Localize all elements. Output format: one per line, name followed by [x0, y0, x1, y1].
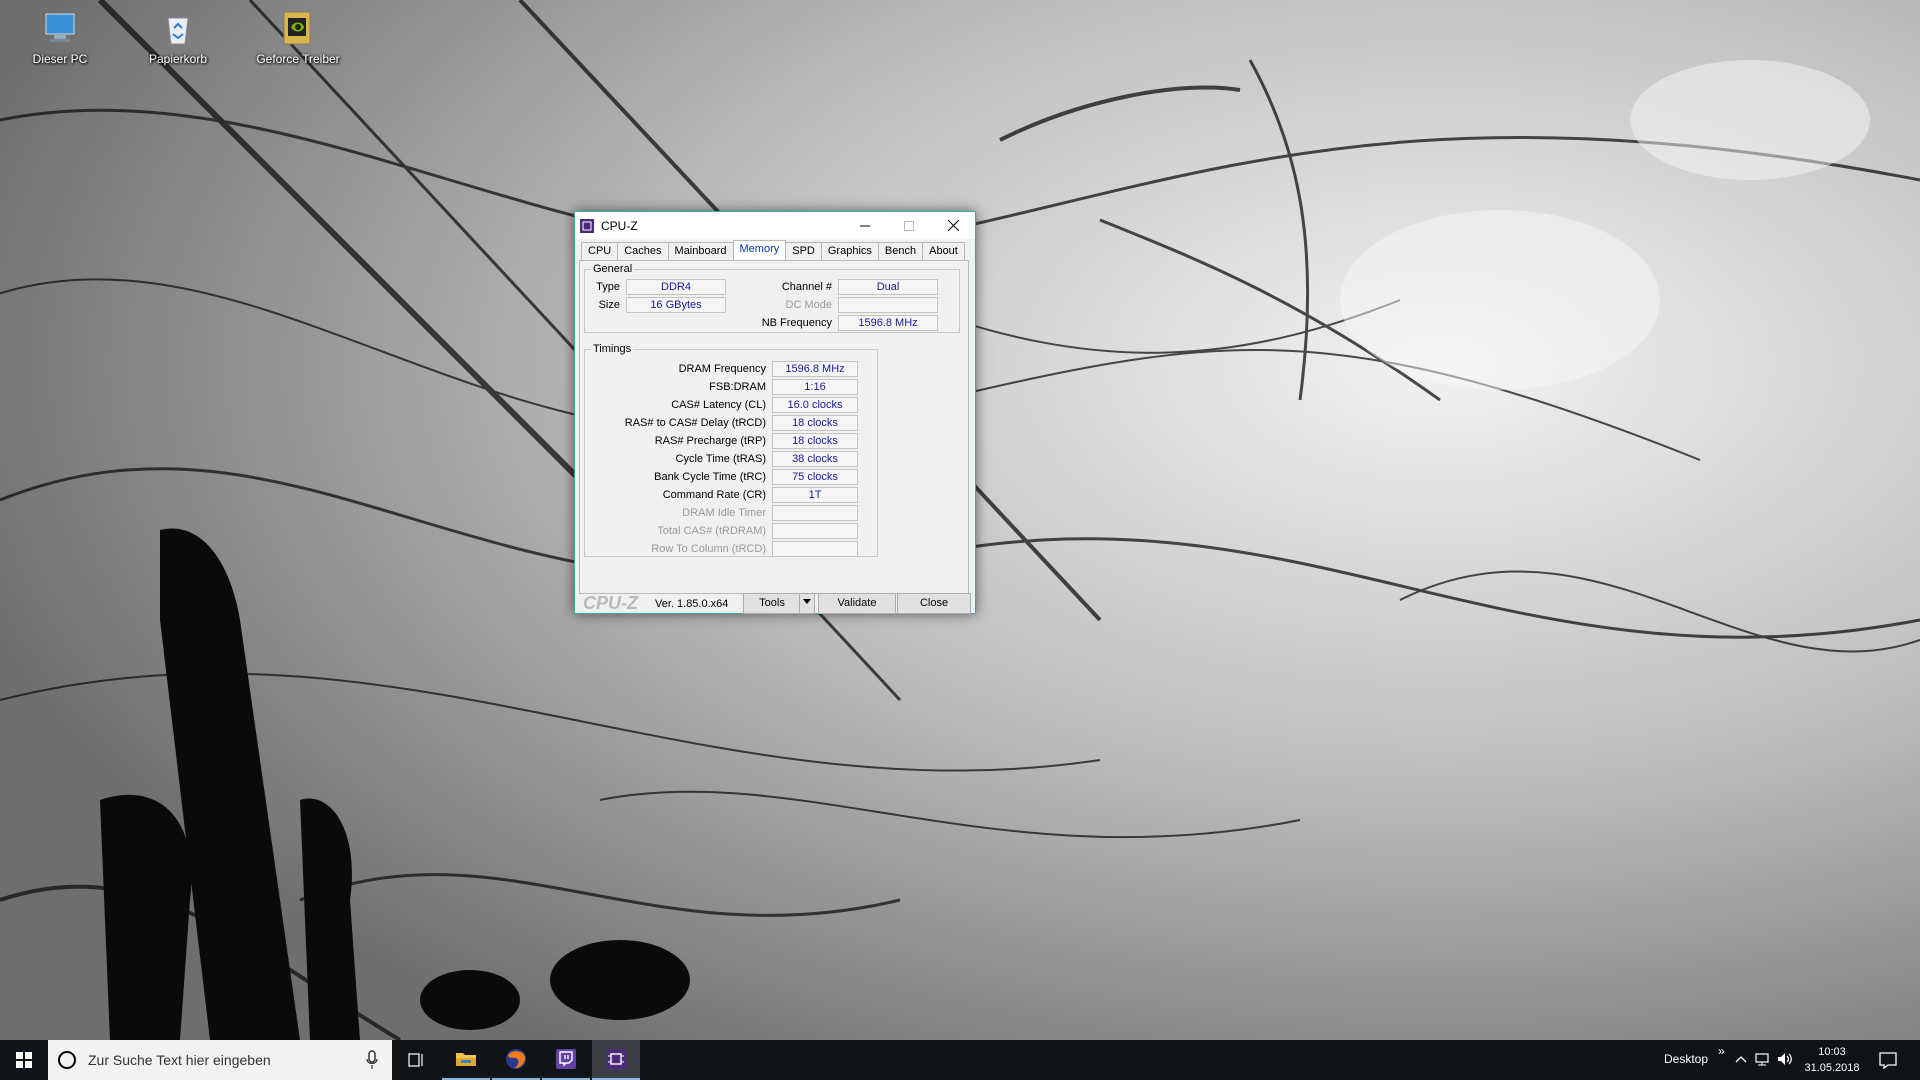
action-center-icon[interactable] [1876, 1048, 1900, 1072]
clock[interactable]: 10:03 31.05.2018 [1800, 1044, 1864, 1076]
title-bar[interactable]: CPU-Z [575, 212, 975, 239]
maximize-icon [904, 220, 914, 231]
timing-value [772, 505, 858, 521]
cortana-icon [58, 1051, 76, 1069]
timing-value: 16.0 clocks [772, 397, 858, 413]
cpuz-window: CPU-Z CPU Caches Mainboard Memory SPD Gr… [574, 211, 976, 614]
dropdown-arrow-icon [803, 599, 811, 604]
show-hidden-icons-icon[interactable] [1732, 1050, 1750, 1068]
tab-bar: CPU Caches Mainboard Memory SPD Graphics… [581, 240, 965, 261]
timing-label: Row To Column (tRCD) [651, 543, 766, 555]
tab-spd[interactable]: SPD [785, 242, 822, 261]
timing-label: Cycle Time (tRAS) [675, 453, 766, 465]
close-window-button[interactable] [931, 212, 975, 239]
minimize-icon [860, 225, 870, 226]
tools-button[interactable]: Tools [743, 593, 801, 614]
desktop-icon-label: Dieser PC [32, 52, 88, 66]
tab-caches[interactable]: Caches [617, 242, 669, 261]
dcmode-value [838, 297, 938, 313]
timing-label: RAS# Precharge (tRP) [654, 435, 766, 447]
start-button[interactable] [0, 1040, 48, 1080]
task-view-button[interactable] [392, 1040, 440, 1080]
tab-mainboard[interactable]: Mainboard [667, 242, 734, 261]
nvidia-icon [283, 11, 311, 45]
close-icon [947, 220, 959, 231]
desktop-icon-label: Papierkorb [148, 52, 208, 66]
channel-value: Dual [838, 279, 938, 295]
clock-time: 10:03 [1818, 1046, 1846, 1058]
timing-value: 18 clocks [772, 433, 858, 449]
search-box[interactable]: Zur Suche Text hier eingeben [48, 1040, 392, 1080]
timing-value [772, 541, 858, 557]
windows-icon [16, 1052, 32, 1068]
maximize-button[interactable] [887, 212, 931, 239]
timing-label: RAS# to CAS# Delay (tRCD) [624, 417, 766, 429]
timing-label: Bank Cycle Time (tRC) [654, 471, 766, 483]
timing-value: 1596.8 MHz [772, 361, 858, 377]
computer-icon [45, 13, 75, 42]
desktop-toolbar-label[interactable]: Desktop [1664, 1052, 1708, 1066]
dcmode-label: DC Mode [785, 299, 832, 311]
size-value: 16 GBytes [626, 297, 726, 313]
timing-label: CAS# Latency (CL) [671, 399, 766, 411]
taskbar: Zur Suche Text hier eingeben Desktop » 1… [0, 1040, 1920, 1080]
taskbar-firefox[interactable] [492, 1040, 540, 1080]
taskbar-file-explorer[interactable] [442, 1040, 490, 1080]
version-text: Ver. 1.85.0.x64 [655, 598, 729, 610]
validate-button[interactable]: Validate [818, 593, 896, 614]
tab-bench[interactable]: Bench [877, 242, 924, 261]
nbfreq-label: NB Frequency [761, 317, 832, 329]
desktop-icon-papierkorb[interactable]: Papierkorb [130, 8, 226, 66]
window-title: CPU-Z [601, 218, 638, 233]
close-button[interactable]: Close [897, 593, 971, 614]
channel-label: Channel # [781, 281, 832, 293]
timing-label: DRAM Idle Timer [682, 507, 766, 519]
recycle-bin-icon [167, 17, 189, 45]
timings-legend: Timings [593, 343, 632, 355]
taskbar-cpuz[interactable] [592, 1040, 640, 1080]
desktop-icon-geforce-treiber[interactable]: Geforce Treiber [250, 8, 346, 66]
task-view-icon [408, 1053, 423, 1067]
timing-value: 1:16 [772, 379, 858, 395]
tab-memory[interactable]: Memory [732, 240, 787, 261]
twitch-icon [556, 1049, 576, 1069]
cpuz-app-icon [580, 218, 594, 233]
desktop-toolbar-chevron[interactable]: » [1718, 1044, 1725, 1058]
tab-cpu[interactable]: CPU [581, 242, 619, 261]
general-legend: General [593, 263, 633, 275]
volume-icon[interactable] [1776, 1050, 1794, 1068]
timing-label: Command Rate (CR) [662, 489, 766, 501]
size-label: Size [598, 299, 620, 311]
folder-icon [456, 1053, 476, 1066]
type-value: DDR4 [626, 279, 726, 295]
network-icon[interactable] [1754, 1050, 1772, 1068]
timing-label: DRAM Frequency [678, 363, 766, 375]
tab-about[interactable]: About [922, 242, 965, 261]
timing-value: 75 clocks [772, 469, 858, 485]
nbfreq-value: 1596.8 MHz [838, 315, 938, 331]
tab-graphics[interactable]: Graphics [820, 242, 879, 261]
timing-value: 1T [772, 487, 858, 503]
taskbar-twitch[interactable] [542, 1040, 590, 1080]
search-placeholder: Zur Suche Text hier eingeben [88, 1052, 271, 1068]
memory-panel: General Type DDR4 Size 16 GBytes Channel… [579, 260, 969, 594]
minimize-button[interactable] [843, 212, 887, 239]
timing-label: FSB:DRAM [709, 381, 766, 393]
desktop-icon-label: Geforce Treiber [256, 52, 340, 66]
firefox-icon [506, 1049, 526, 1069]
tools-dropdown-button[interactable] [799, 593, 815, 614]
type-label: Type [596, 281, 620, 293]
timing-value [772, 523, 858, 539]
microphone-icon[interactable] [366, 1050, 378, 1070]
clock-date: 31.05.2018 [1804, 1062, 1860, 1074]
footer-bar: CPU-Z Ver. 1.85.0.x64 Tools Validate Clo… [575, 590, 975, 614]
desktop-icon-dieser-pc[interactable]: Dieser PC [12, 8, 108, 66]
cpuz-taskbar-icon [606, 1049, 626, 1069]
timing-value: 18 clocks [772, 415, 858, 431]
timing-value: 38 clocks [772, 451, 858, 467]
timing-label: Total CAS# (tRDRAM) [657, 525, 766, 537]
cpuz-logo: CPU-Z [583, 593, 638, 613]
